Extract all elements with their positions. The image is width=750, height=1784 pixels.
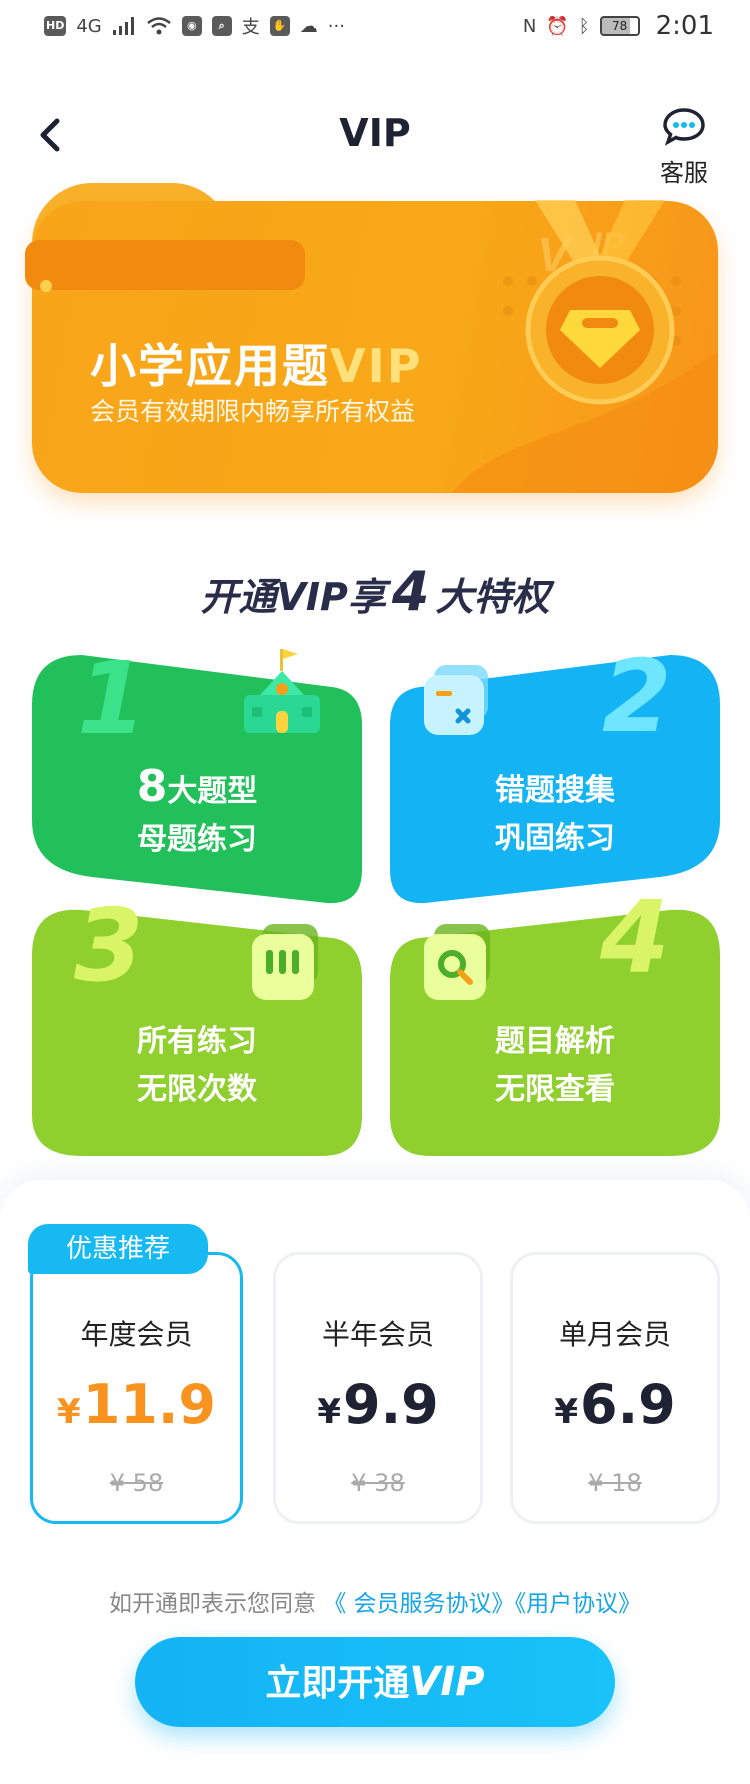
medal-icon: [525, 200, 675, 405]
card-4-line2: 无限查看: [495, 1072, 615, 1107]
banner-title-vip: VIP: [330, 339, 423, 393]
plan-annual-original-price: ¥ 58: [109, 1469, 164, 1497]
plan-half-year-original-price: ¥ 38: [351, 1469, 405, 1497]
privileges-heading-num: 4: [391, 560, 430, 623]
nfc-icon: N: [522, 15, 537, 37]
shield-app-icon: ✋: [269, 16, 290, 36]
plan-annual-price-value: 11.9: [82, 1373, 216, 1436]
status-right: N ⏰ ᛒ 78 2:01: [523, 11, 714, 41]
card-3-number: 3: [74, 887, 144, 1004]
banner-title: 小学应用题VIP: [90, 330, 422, 396]
more-icon: ···: [327, 15, 345, 37]
plan-half-year-name: 半年会员: [321, 1318, 434, 1351]
plan-half-year[interactable]: 半年会员 ¥9.9 ¥ 38: [273, 1252, 483, 1524]
privilege-card-2: 2 错题搜集 巩固练习: [390, 647, 720, 905]
error-note-icon: [424, 665, 488, 735]
privileges-heading-suffix: 大特权: [435, 575, 550, 619]
agreement-prefix: 如开通即表示您同意: [108, 1591, 316, 1617]
privilege-card-1: 1 8大题型 母题练习: [32, 649, 362, 905]
activate-vip-label: 立即开通: [265, 1663, 410, 1704]
customer-service-button[interactable]: 客服: [644, 107, 724, 188]
plan-half-year-price-value: 9.9: [343, 1373, 439, 1436]
cloud-icon: ☁: [299, 15, 318, 37]
card-3-text: 所有练习 无限次数: [32, 1018, 362, 1114]
plan-monthly-price: ¥6.9: [513, 1373, 717, 1436]
pay-app-icon: 支: [241, 17, 260, 38]
card-1-line1-text: 大题型: [167, 774, 258, 809]
search-app-icon: ⌕: [211, 16, 232, 36]
card-3-line1: 所有练习: [137, 1024, 257, 1059]
practice-bars-icon: [252, 924, 318, 1000]
status-bar: HD 4G ◉ ⌕ 支 ✋ ☁ ··· N ⏰ ᛒ 78 2:01: [0, 0, 750, 52]
app-notification-icon: ◉: [181, 16, 202, 36]
search-icon: [424, 924, 490, 1000]
privilege-card-3: 3 所有练习 无限次数: [32, 896, 362, 1160]
plan-annual-price: ¥11.9: [33, 1373, 240, 1436]
plan-monthly-original-price: ¥ 18: [588, 1469, 642, 1497]
currency-symbol: ¥: [57, 1392, 81, 1432]
plan-monthly[interactable]: 单月会员 ¥6.9 ¥ 18: [510, 1252, 720, 1524]
card-4-number: 4: [600, 879, 670, 996]
recommend-badge: 优惠推荐: [28, 1224, 208, 1274]
banner-title-text: 小学应用题: [90, 339, 330, 393]
currency-symbol: ¥: [317, 1392, 341, 1432]
alarm-icon: ⏰: [546, 15, 569, 37]
card-2-number: 2: [602, 638, 672, 755]
card-1-number: 1: [77, 640, 147, 757]
card-1-line1: 8大题型: [32, 763, 362, 816]
activate-vip-button[interactable]: 立即开通VIP: [135, 1637, 615, 1727]
header: VIP 客服: [0, 95, 750, 195]
card-4-line1: 题目解析: [495, 1024, 615, 1059]
network-type: 4G: [76, 15, 102, 37]
membership-agreement-link[interactable]: 《 会员服务协议》: [323, 1591, 514, 1617]
status-left: HD 4G ◉ ⌕ 支 ✋ ☁ ···: [44, 13, 345, 39]
privileges-heading-prefix: 开通VIP享: [200, 575, 386, 619]
privilege-card-4: 4 题目解析 无限查看: [390, 888, 720, 1160]
currency-symbol: ¥: [554, 1392, 578, 1432]
signal-icon: [112, 17, 134, 35]
card-1-line2: 母题练习: [137, 822, 257, 857]
wifi-icon: [146, 17, 171, 35]
card-1-line1-big: 8: [136, 761, 168, 812]
chat-bubble-icon: [663, 108, 705, 146]
banner-subtitle: 会员有效期限内畅享所有权益: [90, 397, 416, 426]
school-icon: [244, 649, 320, 733]
plan-monthly-price-value: 6.9: [580, 1373, 676, 1436]
card-2-line2: 巩固练习: [495, 821, 615, 856]
banner-pill-dot: [40, 280, 52, 292]
clock: 2:01: [655, 11, 714, 41]
plan-monthly-name: 单月会员: [558, 1318, 671, 1351]
privileges-heading: 开通VIP享 4 大特权: [0, 560, 750, 623]
card-2-line1: 错题搜集: [495, 773, 615, 808]
plan-annual[interactable]: 年度会员 ¥11.9 ¥ 58: [30, 1252, 243, 1524]
battery-indicator: 78: [599, 16, 640, 36]
bluetooth-icon: ᛒ: [578, 15, 590, 37]
plan-annual-name: 年度会员: [80, 1318, 193, 1351]
plan-half-year-price: ¥9.9: [276, 1373, 480, 1436]
hd-indicator: HD: [44, 16, 67, 36]
card-3-line2: 无限次数: [137, 1072, 257, 1107]
user-agreement-link[interactable]: 《用户协议》: [515, 1591, 642, 1617]
banner-pill: [25, 240, 305, 290]
card-4-text: 题目解析 无限查看: [390, 1018, 720, 1114]
agreement-text: 如开通即表示您同意 《 会员服务协议》《用户协议》: [0, 1584, 750, 1618]
card-2-text: 错题搜集 巩固练习: [390, 767, 720, 863]
activate-vip-label-vip: VIP: [409, 1659, 485, 1705]
page-title: VIP: [339, 111, 411, 155]
card-1-text: 8大题型 母题练习: [32, 763, 362, 864]
